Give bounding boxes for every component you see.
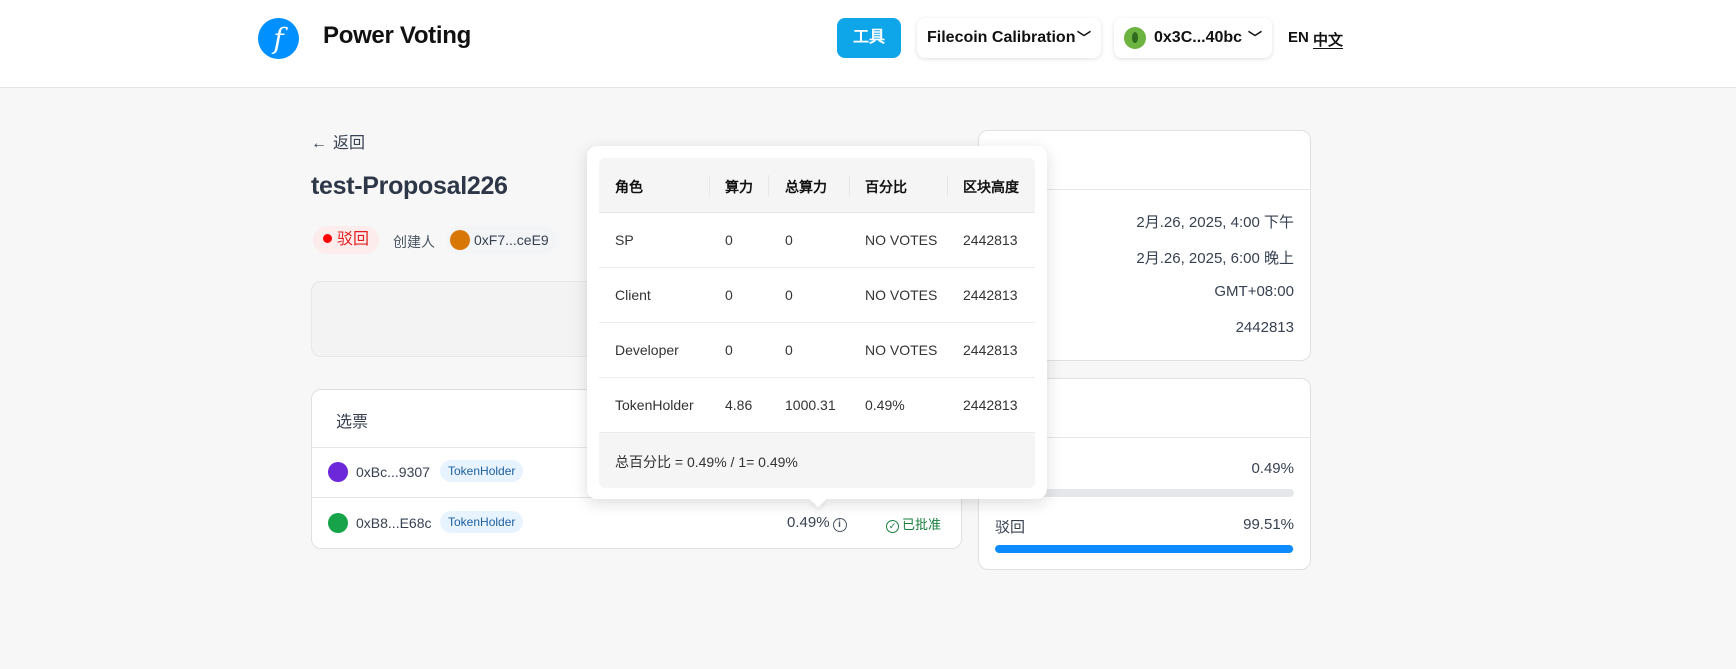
creator-avatar-icon xyxy=(450,230,470,250)
cell-total-power: 1000.31 xyxy=(785,397,836,413)
table-row: TokenHolder 4.86 1000.31 0.49% 2442813 xyxy=(599,378,1035,433)
cell-percent: NO VOTES xyxy=(865,232,938,248)
column-header: 区块高度 xyxy=(963,179,1019,195)
cell-percent: NO VOTES xyxy=(865,342,938,358)
back-label: 返回 xyxy=(333,135,366,152)
total-percent-summary: 总百分比 = 0.49% / 1= 0.49% xyxy=(615,454,798,470)
voting-power-table: 角色 算力 总算力 百分比 区块高度 SP 0 0 NO VOTES 24428… xyxy=(599,158,1035,488)
cell-block-height: 2442813 xyxy=(963,287,1018,303)
creator-label: 创建人 xyxy=(393,234,435,250)
cell-total-power: 0 xyxy=(785,342,793,358)
check-circle-icon: ✓ xyxy=(886,520,899,533)
info-value: 2442813 xyxy=(1235,319,1294,336)
column-separator xyxy=(709,175,710,197)
table-row: Developer 0 0 NO VOTES 2442813 xyxy=(599,323,1035,378)
reject-progress-bar xyxy=(995,545,1294,553)
app-title[interactable]: Power Voting xyxy=(323,22,471,50)
table-footer: 总百分比 = 0.49% / 1= 0.49% xyxy=(599,433,1035,488)
column-separator xyxy=(768,175,769,197)
votes-title: 选票 xyxy=(336,414,369,431)
top-navbar: f Power Voting 工具 Filecoin Calibration ﹀… xyxy=(0,0,1736,88)
cell-block-height: 2442813 xyxy=(963,232,1018,248)
cell-role: TokenHolder xyxy=(615,397,694,413)
column-header: 算力 xyxy=(725,179,753,195)
cell-total-power: 0 xyxy=(785,232,793,248)
vote-percent: 0.49% i xyxy=(787,514,847,532)
cell-role: Developer xyxy=(615,342,679,358)
lang-en-link[interactable]: EN xyxy=(1288,29,1309,46)
tools-button[interactable]: 工具 xyxy=(837,18,901,58)
cell-role: Client xyxy=(615,287,651,303)
filecoin-logo-icon[interactable]: f xyxy=(258,18,299,59)
reject-value: 99.51% xyxy=(1243,516,1294,533)
table-row: SP 0 0 NO VOTES 2442813 xyxy=(599,213,1035,268)
reject-progress-fill xyxy=(995,545,1293,553)
cell-power: 0 xyxy=(725,232,733,248)
info-value: GMT+08:00 xyxy=(1214,283,1294,300)
wallet-address: 0x3C...40bc xyxy=(1154,29,1243,46)
voter-avatar-icon xyxy=(328,462,348,482)
creator-address: 0xF7...ceE9 xyxy=(474,232,549,248)
cell-percent: NO VOTES xyxy=(865,287,938,303)
chevron-down-icon: ﹀ xyxy=(1077,30,1091,46)
column-header: 角色 xyxy=(615,179,643,195)
arrow-left-icon: ← xyxy=(311,135,327,152)
approve-value: 0.49% xyxy=(1251,460,1294,477)
lang-zh-link[interactable]: 中文 xyxy=(1313,29,1343,50)
vote-status: ✓ 已批准 xyxy=(886,514,941,533)
vote-percent-value: 0.49% xyxy=(787,514,830,531)
cell-power: 4.86 xyxy=(725,397,753,413)
voter-address[interactable]: 0xB8...E68c xyxy=(356,515,432,531)
cell-block-height: 2442813 xyxy=(963,342,1018,358)
column-header: 总算力 xyxy=(785,179,827,195)
column-separator xyxy=(947,175,948,197)
chevron-down-icon: ﹀ xyxy=(1248,30,1262,46)
info-value: 2月.26, 2025, 6:00 晚上 xyxy=(1136,250,1294,267)
reject-label: 驳回 xyxy=(995,519,1026,536)
back-link[interactable]: ← 返回 xyxy=(311,129,365,153)
role-tag: TokenHolder xyxy=(440,511,524,533)
cell-percent: 0.49% xyxy=(865,397,905,413)
network-label: Filecoin Calibration xyxy=(927,29,1076,46)
vote-row: 0xB8...E68c TokenHolder 0.49% i ✓ 已批准 xyxy=(312,499,961,549)
table-row: Client 0 0 NO VOTES 2442813 xyxy=(599,268,1035,323)
voter-address[interactable]: 0xBc...9307 xyxy=(356,464,430,480)
cell-total-power: 0 xyxy=(785,287,793,303)
vote-status-label: 已批准 xyxy=(902,517,942,532)
info-value: 2月.26, 2025, 4:00 下午 xyxy=(1136,214,1294,231)
network-selector[interactable]: Filecoin Calibration ﹀ xyxy=(917,18,1101,58)
proposal-title: test-Proposal226 xyxy=(311,172,508,200)
creator-chip[interactable]: 0xF7...ceE9 xyxy=(446,226,557,254)
wallet-button[interactable]: 0x3C...40bc ﹀ xyxy=(1114,18,1272,58)
role-tag: TokenHolder xyxy=(440,460,524,482)
info-icon[interactable]: i xyxy=(832,518,847,532)
column-separator xyxy=(849,175,850,197)
cell-block-height: 2442813 xyxy=(963,397,1018,413)
status-badge: 驳回 xyxy=(313,226,380,254)
wallet-avatar-icon xyxy=(1124,27,1146,49)
voter-avatar-icon xyxy=(328,513,348,533)
cell-power: 0 xyxy=(725,287,733,303)
voting-power-popover: 角色 算力 总算力 百分比 区块高度 SP 0 0 NO VOTES 24428… xyxy=(587,146,1047,499)
status-label: 驳回 xyxy=(337,231,370,248)
column-header: 百分比 xyxy=(865,179,907,195)
status-dot-icon xyxy=(323,234,332,243)
cell-role: SP xyxy=(615,232,634,248)
cell-power: 0 xyxy=(725,342,733,358)
table-header: 角色 算力 总算力 百分比 区块高度 xyxy=(599,158,1035,213)
